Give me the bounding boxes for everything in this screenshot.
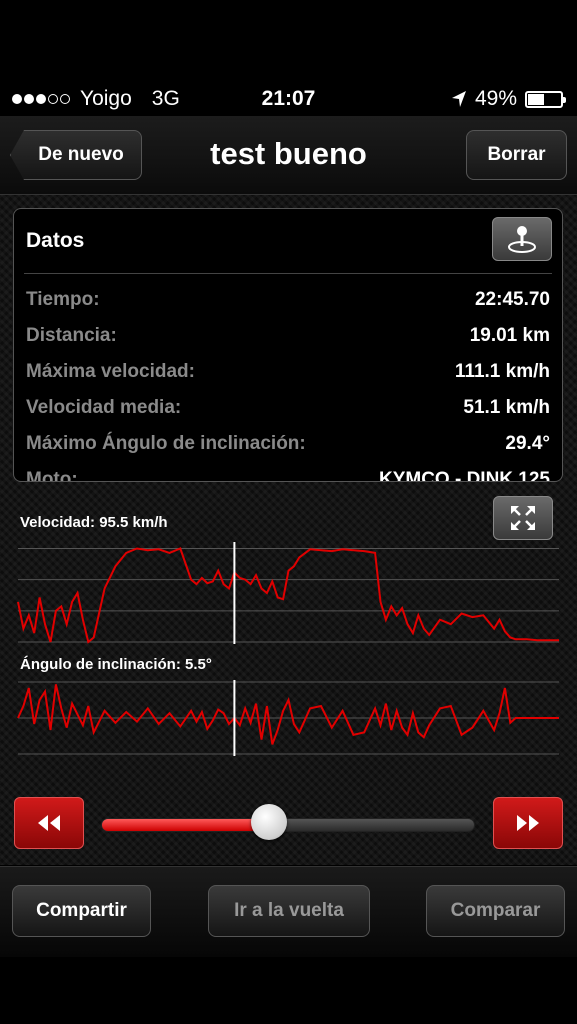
stat-value: 29.4°	[505, 433, 550, 454]
stat-label: Tiempo:	[26, 289, 100, 310]
page-title: test bueno	[210, 136, 367, 171]
status-bar: Yoigo 3G 21:07 49%	[0, 80, 577, 116]
lean-angle-chart[interactable]	[0, 680, 577, 756]
panel-divider	[24, 273, 552, 274]
battery-icon	[525, 90, 566, 108]
stat-value: 111.1 km/h	[454, 361, 550, 382]
compare-button[interactable]: Comparar	[426, 885, 565, 937]
slider-progress	[102, 819, 270, 831]
stat-row-time: Tiempo: 22:45.70	[26, 289, 550, 319]
battery-percentage: 49%	[474, 87, 517, 110]
stat-row-avg-speed: Velocidad media: 51.1 km/h	[26, 397, 550, 427]
go-to-lap-button[interactable]: Ir a la vuelta	[208, 885, 370, 937]
stat-label: Máxima velocidad:	[26, 361, 195, 382]
stat-row-max-speed: Máxima velocidad: 111.1 km/h	[26, 361, 550, 391]
data-panel: Datos Tiempo: 22:45.70 Distancia: 19.01 …	[13, 208, 563, 482]
series-line	[17, 547, 559, 644]
stat-value: 19.01 km	[469, 325, 550, 346]
status-right: 49%	[451, 87, 566, 111]
bottom-toolbar: Compartir Ir a la vuelta Comparar	[0, 866, 577, 957]
map-button[interactable]	[492, 217, 552, 261]
location-arrow-icon	[451, 91, 466, 107]
back-button[interactable]: De nuevo	[10, 130, 142, 180]
panel-title: Datos	[26, 229, 85, 252]
lean-chart-label: Ángulo de inclinación: 5.5°	[20, 656, 212, 673]
stat-label: Moto:	[26, 469, 78, 482]
stat-label: Distancia:	[26, 325, 117, 346]
stat-value: KYMCO - DINK 125	[378, 469, 550, 482]
stat-row-bike: Moto: KYMCO - DINK 125	[26, 469, 550, 482]
rewind-icon	[38, 815, 60, 831]
share-button[interactable]: Compartir	[12, 885, 151, 937]
rewind-button[interactable]	[14, 797, 84, 849]
speed-chart-label: Velocidad: 95.5 km/h	[20, 514, 168, 531]
navigation-bar: De nuevo test bueno Borrar	[0, 116, 577, 195]
stat-label: Velocidad media:	[26, 397, 182, 418]
joystick-map-icon	[508, 226, 536, 253]
fast-forward-icon	[517, 815, 539, 831]
speed-chart[interactable]	[0, 542, 577, 644]
expand-arrows-icon	[511, 506, 535, 530]
series-line	[17, 684, 559, 745]
playback-slider[interactable]	[101, 818, 475, 832]
fast-forward-button[interactable]	[493, 797, 563, 849]
battery-fill	[528, 93, 544, 105]
stat-row-max-lean: Máximo Ángulo de inclinación: 29.4°	[26, 433, 550, 463]
delete-button[interactable]: Borrar	[466, 130, 567, 180]
stat-row-distance: Distancia: 19.01 km	[26, 325, 550, 355]
stat-value: 51.1 km/h	[463, 397, 550, 418]
expand-button[interactable]	[493, 496, 553, 540]
stat-value: 22:45.70	[474, 289, 550, 310]
stat-label: Máximo Ángulo de inclinación:	[26, 433, 306, 454]
